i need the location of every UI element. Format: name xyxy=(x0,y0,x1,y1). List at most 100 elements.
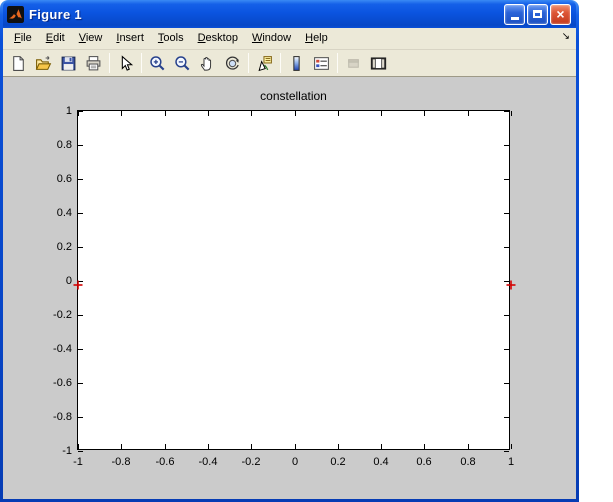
menu-item-help[interactable]: Help xyxy=(298,28,335,49)
axis-tick-right xyxy=(504,179,509,180)
menu-item-file[interactable]: File xyxy=(7,28,39,49)
axis-tick-right xyxy=(504,349,509,350)
axis-tick-bottom xyxy=(381,444,382,449)
data-cursor-button[interactable] xyxy=(253,52,276,75)
data-point-marker xyxy=(506,277,516,290)
insert-legend-button[interactable] xyxy=(310,52,333,75)
axis-tick-left xyxy=(78,383,83,384)
y-tick-label: -0.4 xyxy=(53,343,72,355)
insert-colorbar-button[interactable] xyxy=(285,52,308,75)
data-point-marker xyxy=(73,277,83,290)
axis-tick-right xyxy=(504,315,509,316)
axis-tick-left xyxy=(78,451,83,452)
y-tick-label: 0.4 xyxy=(56,207,72,219)
figure-window: Figure 1 × File Edit View Insert Tools Deskto… xyxy=(0,0,579,502)
window-title: Figure 1 xyxy=(29,6,82,22)
axis-tick-bottom xyxy=(78,444,79,449)
menu-item-window[interactable]: Window xyxy=(245,28,298,49)
toolbar-separator xyxy=(337,53,338,73)
y-tick-label: 0.8 xyxy=(56,139,72,151)
axis-tick-right xyxy=(504,111,509,112)
close-button[interactable]: × xyxy=(550,3,571,25)
axis-tick-bottom xyxy=(295,444,296,449)
y-tick-label: -0.2 xyxy=(53,309,72,321)
pan-button[interactable] xyxy=(196,52,219,75)
toolbar-separator xyxy=(280,53,281,73)
title-bar[interactable]: Figure 1 × xyxy=(3,0,576,28)
axis-tick-bottom xyxy=(424,444,425,449)
axis-tick-left xyxy=(78,111,83,112)
axis-tick-right xyxy=(504,213,509,214)
hide-plot-tools-button xyxy=(342,52,365,75)
show-plot-tools-button[interactable] xyxy=(367,52,390,75)
zoom-in-button[interactable] xyxy=(146,52,169,75)
y-tick-label: 0 xyxy=(65,275,72,287)
axis-tick-left xyxy=(78,417,83,418)
menu-item-edit[interactable]: Edit xyxy=(39,28,72,49)
figure-toolbar xyxy=(3,50,576,77)
open-file-button[interactable] xyxy=(32,52,55,75)
x-tick-label: 0.4 xyxy=(373,456,389,468)
y-tick-label: -0.8 xyxy=(53,411,72,423)
axis-tick-top xyxy=(208,111,209,116)
axis-tick-top xyxy=(468,111,469,116)
x-tick-label: 0.6 xyxy=(416,456,432,468)
new-figure-button[interactable] xyxy=(7,52,30,75)
axis-tick-right xyxy=(504,417,509,418)
axis-tick-bottom xyxy=(468,444,469,449)
axis-tick-bottom xyxy=(208,444,209,449)
axis-tick-bottom xyxy=(165,444,166,449)
zoom-out-button[interactable] xyxy=(171,52,194,75)
axis-tick-bottom xyxy=(121,444,122,449)
menu-item-desktop[interactable]: Desktop xyxy=(191,28,245,49)
x-tick-label: 0 xyxy=(291,456,299,468)
figure-canvas: constellation -1 -0.8 -0.6 -0.4 -0.2 0 0.2 0.4 0… xyxy=(3,77,576,499)
axis-tick-left xyxy=(78,145,83,146)
axis-tick-left xyxy=(78,247,83,248)
x-tick-label: -0.4 xyxy=(198,456,218,468)
menu-overflow-arrow-icon[interactable]: ↘ xyxy=(562,31,570,42)
x-tick-label: 0.8 xyxy=(460,456,476,468)
axis-tick-top xyxy=(251,111,252,116)
maximize-icon xyxy=(533,10,542,18)
y-tick-label: 1 xyxy=(65,105,72,117)
save-figure-button[interactable] xyxy=(57,52,80,75)
maximize-button[interactable] xyxy=(527,3,548,25)
y-tick-label: 0.2 xyxy=(56,241,72,253)
axis-tick-right xyxy=(504,383,509,384)
axis-tick-bottom xyxy=(511,444,512,449)
toolbar-separator xyxy=(248,53,249,73)
axis-tick-top xyxy=(338,111,339,116)
print-figure-button[interactable] xyxy=(82,52,105,75)
minimize-button[interactable] xyxy=(504,3,525,25)
x-tick-label: 1 xyxy=(507,456,515,468)
y-tick-label: 0.6 xyxy=(56,173,72,185)
menu-bar: File Edit View Insert Tools Desktop Window Help… xyxy=(3,28,576,50)
close-icon: × xyxy=(556,6,565,22)
menu-item-view[interactable]: View xyxy=(72,28,110,49)
menu-item-insert[interactable]: Insert xyxy=(109,28,151,49)
plot-axes[interactable]: constellation -1 -0.8 -0.6 -0.4 -0.2 0 0.2 0.4 0… xyxy=(53,89,516,468)
x-tick-label: -0.8 xyxy=(111,456,131,468)
x-tick-label: -1 xyxy=(73,456,83,468)
menu-item-tools[interactable]: Tools xyxy=(151,28,191,49)
axis-tick-top xyxy=(381,111,382,116)
minimize-icon xyxy=(510,16,519,20)
matlab-icon[interactable] xyxy=(7,5,24,23)
edit-plot-button[interactable] xyxy=(114,52,137,75)
y-tick-label: -0.6 xyxy=(53,377,72,389)
toolbar-separator xyxy=(141,53,142,73)
axis-tick-left xyxy=(78,213,83,214)
axis-tick-top xyxy=(165,111,166,116)
axis-tick-left xyxy=(78,179,83,180)
axis-tick-right xyxy=(504,247,509,248)
plot-title: constellation xyxy=(260,89,327,103)
axis-tick-left xyxy=(78,315,83,316)
axis-tick-top xyxy=(424,111,425,116)
rotate-3d-button[interactable] xyxy=(221,52,244,75)
x-tick-label: -0.2 xyxy=(241,456,261,468)
axis-tick-bottom xyxy=(338,444,339,449)
axis-tick-right xyxy=(504,145,509,146)
axis-tick-right xyxy=(504,451,509,452)
axis-tick-top xyxy=(295,111,296,116)
